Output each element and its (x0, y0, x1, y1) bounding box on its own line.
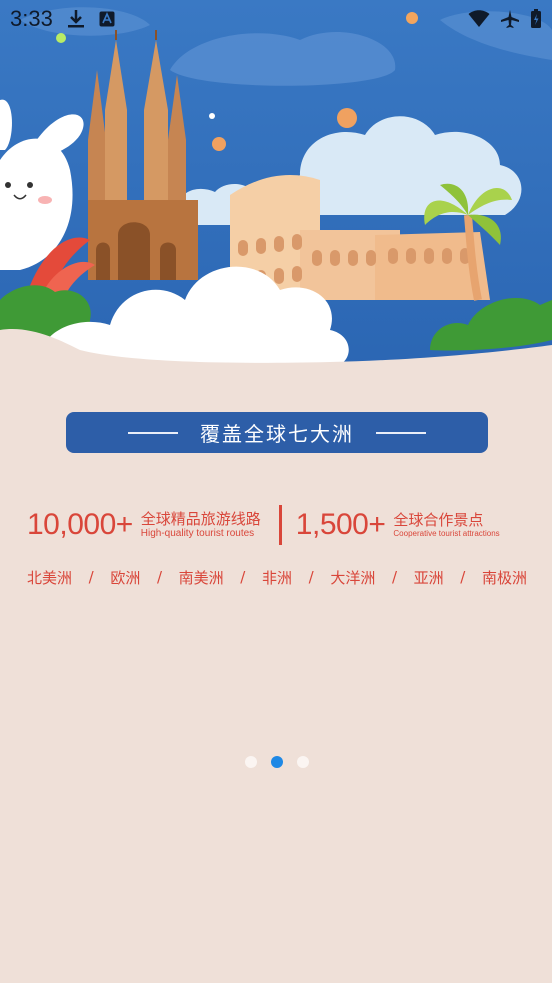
wifi-icon (468, 10, 490, 28)
continent-item: 大洋洲 (330, 568, 376, 587)
continent-separator: / (88, 568, 94, 586)
routes-subtitle: High-quality tourist routes (140, 527, 255, 539)
hero-illustration: 3:33 (0, 0, 552, 372)
continent-item: 非洲 (261, 568, 292, 587)
routes-number: 10,000+ (27, 508, 133, 541)
download-icon (67, 9, 85, 29)
status-left: 3:33 (10, 6, 115, 32)
airplane-icon (500, 9, 520, 29)
stats-divider (278, 505, 282, 545)
battery-icon (530, 9, 542, 29)
continent-separator: / (240, 568, 246, 586)
banner-title: 覆盖全球七大洲 (200, 422, 354, 446)
continent-item: 北美洲 (27, 568, 73, 587)
page-indicator (245, 755, 309, 769)
status-bar: 3:33 (0, 0, 552, 38)
routes-title: 全球精品旅游线路 (140, 509, 261, 528)
continent-item: 亚洲 (413, 568, 444, 587)
continent-separator: / (391, 568, 398, 586)
page-dot-1[interactable] (245, 756, 257, 768)
stat-routes: 10,000+ 全球精品旅游线路 High-quality tourist ro… (27, 508, 261, 542)
banner-dash-right (376, 431, 426, 434)
banner-dash-left (128, 431, 178, 434)
stat-attractions: 1,500+ 全球合作景点 Cooperative tourist attrac… (296, 508, 500, 542)
continent-item: 南美洲 (178, 568, 224, 587)
status-time: 3:33 (10, 6, 53, 31)
continent-separator: / (308, 568, 314, 586)
continent-separator: / (460, 568, 466, 586)
attractions-title: 全球合作景点 (393, 510, 484, 529)
continents-list: 北美洲 / 欧洲 / 南美洲 / 非洲 / 大洋洲 / 亚洲 / 南极洲 (27, 565, 527, 589)
page-dot-2-active[interactable] (271, 756, 283, 768)
attractions-number: 1,500+ (295, 508, 386, 541)
text-a-icon (99, 11, 115, 27)
stats-row: 10,000+ 全球精品旅游线路 High-quality tourist ro… (27, 500, 527, 550)
routes-text: 全球精品旅游线路 High-quality tourist routes (140, 509, 261, 540)
page-dot-3[interactable] (297, 756, 309, 768)
attractions-subtitle: Cooperative tourist attractions (393, 529, 500, 539)
continent-item: 南极洲 (481, 568, 527, 587)
status-right (468, 9, 542, 29)
continent-item: 欧洲 (110, 568, 141, 587)
attractions-text: 全球合作景点 Cooperative tourist attractions (393, 510, 500, 539)
hero-illustration-svg (0, 0, 552, 372)
continent-separator: / (156, 568, 163, 586)
continents-banner: 覆盖全球七大洲 (66, 412, 488, 453)
